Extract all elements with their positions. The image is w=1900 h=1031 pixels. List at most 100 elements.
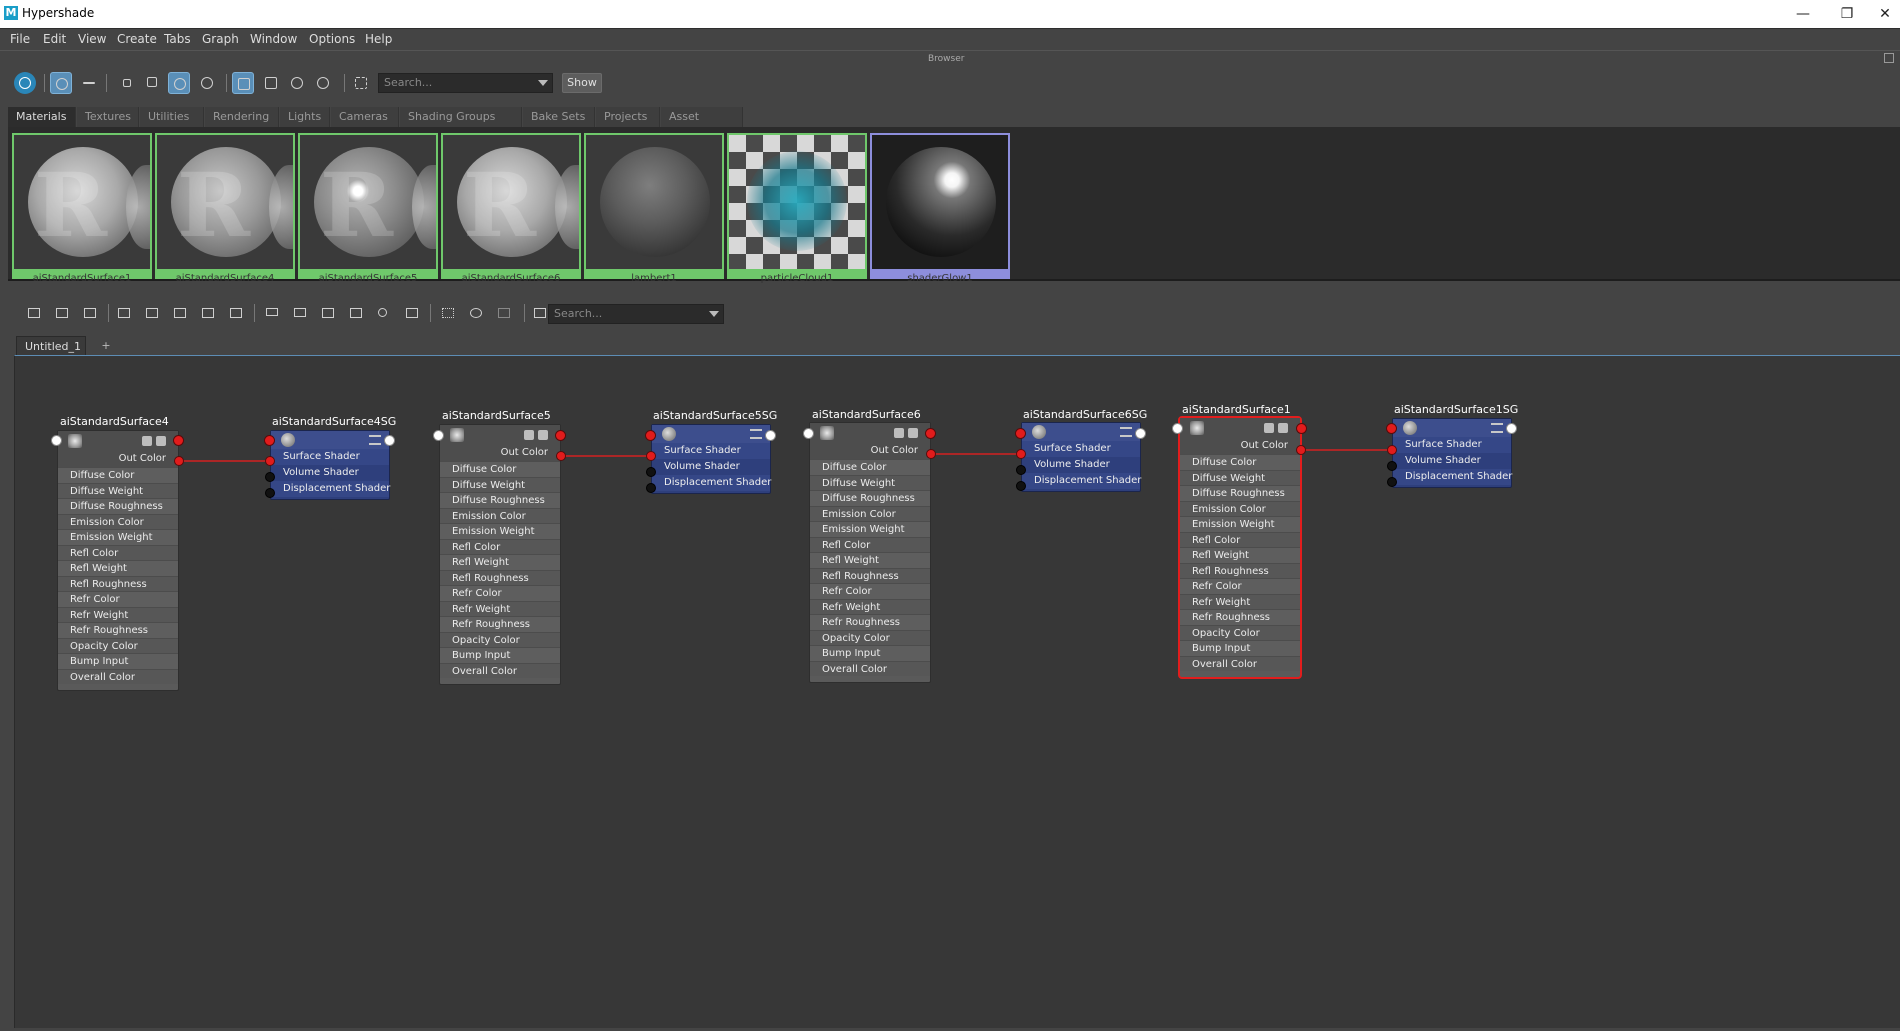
menu-view[interactable]: View	[78, 32, 106, 46]
attr-row[interactable]: Bump Input	[58, 653, 178, 669]
sg-attr-row[interactable]: Surface Shader	[652, 443, 770, 459]
input-output-connections-icon[interactable]	[52, 303, 72, 323]
output-port[interactable]	[555, 430, 566, 441]
menu-file[interactable]: File	[10, 32, 30, 46]
shading-group-aistandardsurface5sg[interactable]: Surface Shader Volume Shader Displacemen…	[651, 424, 771, 494]
tab-untitled-1[interactable]: Untitled_1	[16, 336, 86, 355]
shader-node-aistandardsurface4[interactable]: Out Color Diffuse Color Diffuse Weight D…	[57, 430, 179, 691]
swatch-aistandardsurface5[interactable]: R aiStandardSurface5	[298, 133, 438, 283]
tab-utilities[interactable]: Utilities	[140, 107, 204, 127]
refresh-icon[interactable]	[312, 72, 334, 94]
volume-shader-port[interactable]	[646, 467, 656, 477]
surface-shader-port[interactable]	[646, 451, 656, 461]
browser-search-input[interactable]: Search...	[378, 73, 553, 93]
search-icon[interactable]	[374, 303, 394, 323]
filter-graph-icon[interactable]	[530, 303, 550, 323]
rearrange-icon[interactable]	[226, 303, 246, 323]
settings-icon[interactable]	[894, 428, 904, 438]
attr-row[interactable]: Refr Weight	[810, 598, 930, 614]
swatch-aistandardsurface6[interactable]: R aiStandardSurface6	[441, 133, 581, 283]
attr-row[interactable]: Refr Color	[440, 585, 560, 601]
list-icon[interactable]	[908, 428, 918, 438]
attr-row[interactable]: Diffuse Roughness	[1180, 485, 1300, 501]
attr-row[interactable]: Bump Input	[810, 645, 930, 661]
output-port[interactable]	[384, 435, 395, 446]
attr-row[interactable]: Overall Color	[810, 660, 930, 676]
frame-all-icon[interactable]	[114, 303, 134, 323]
attr-row[interactable]: Refl Weight	[1180, 547, 1300, 563]
sort-time-icon[interactable]	[286, 72, 308, 94]
shader-node-aistandardsurface1[interactable]: Out Color Diffuse Color Diffuse Weight D…	[1178, 416, 1302, 679]
chevron-down-icon[interactable]	[538, 80, 548, 86]
swatch-aistandardsurface1[interactable]: R aiStandardSurface1	[12, 133, 152, 283]
out-color-port[interactable]	[174, 456, 184, 466]
attr-row[interactable]: Diffuse Color	[810, 459, 930, 475]
sg-attr-row[interactable]: Surface Shader	[271, 449, 389, 465]
sg-attr-row[interactable]: Volume Shader	[1022, 457, 1140, 473]
tab-projects[interactable]: Projects	[596, 107, 660, 127]
minimize-button[interactable]: —	[1788, 2, 1818, 26]
input-port[interactable]	[1015, 428, 1026, 439]
sg-attr-row[interactable]: Displacement Shader	[652, 475, 771, 491]
input-port[interactable]	[264, 435, 275, 446]
attr-row[interactable]: Refl Weight	[58, 560, 178, 576]
displacement-shader-port[interactable]	[1016, 481, 1026, 491]
sg-attr-row[interactable]: Volume Shader	[1393, 453, 1511, 469]
view-icons-icon[interactable]	[50, 72, 72, 94]
input-port[interactable]	[1172, 423, 1183, 434]
shading-group-aistandardsurface1sg[interactable]: Surface Shader Volume Shader Displacemen…	[1392, 418, 1512, 488]
list-icon[interactable]	[1278, 423, 1288, 433]
surface-shader-port[interactable]	[1387, 445, 1397, 455]
menu-edit[interactable]: Edit	[43, 32, 66, 46]
attr-row[interactable]: Emission Color	[1180, 500, 1300, 516]
output-port[interactable]	[1506, 423, 1517, 434]
menu-graph[interactable]: Graph	[202, 32, 239, 46]
attr-row[interactable]: Refr Roughness	[810, 614, 930, 630]
full-view-icon[interactable]	[318, 303, 338, 323]
input-port[interactable]	[645, 430, 656, 441]
graph-layout-icon[interactable]	[142, 303, 162, 323]
output-port[interactable]	[173, 435, 184, 446]
sg-attr-row[interactable]: Volume Shader	[652, 459, 770, 475]
attr-row[interactable]: Refl Color	[1180, 531, 1300, 547]
output-port[interactable]	[765, 430, 776, 441]
input-port[interactable]	[803, 428, 814, 439]
surface-shader-port[interactable]	[1016, 449, 1026, 459]
attr-row[interactable]: Refl Roughness	[810, 567, 930, 583]
attr-row[interactable]: Diffuse Color	[58, 467, 178, 483]
tab-materials[interactable]: Materials	[8, 107, 76, 127]
attr-row[interactable]: Diffuse Color	[1180, 454, 1300, 470]
attr-row[interactable]: Refr Roughness	[58, 622, 178, 638]
attr-row[interactable]: Opacity Color	[440, 631, 560, 647]
displacement-shader-port[interactable]	[646, 483, 656, 493]
connected-view-icon[interactable]	[290, 303, 310, 323]
attr-row[interactable]: Diffuse Color	[440, 461, 560, 477]
attr-row[interactable]: Refl Roughness	[58, 575, 178, 591]
attr-row[interactable]: Emission Color	[440, 507, 560, 523]
out-color-port[interactable]	[1296, 445, 1306, 455]
attr-row[interactable]: Refr Weight	[58, 606, 178, 622]
settings-icon[interactable]	[524, 430, 534, 440]
attr-row[interactable]: Overall Color	[440, 662, 560, 678]
tab-shading-groups[interactable]: Shading Groups	[400, 107, 522, 127]
tab-textures[interactable]: Textures	[77, 107, 139, 127]
close-button[interactable]: ✕	[1870, 2, 1900, 26]
attr-row[interactable]: Refr Color	[810, 583, 930, 599]
displacement-shader-port[interactable]	[265, 488, 275, 498]
out-color-port[interactable]	[926, 449, 936, 459]
chevron-down-icon[interactable]	[709, 311, 719, 317]
sg-attr-row[interactable]: Displacement Shader	[1022, 473, 1141, 489]
large-swatch-icon[interactable]	[168, 72, 190, 94]
input-port[interactable]	[1386, 423, 1397, 434]
attr-row[interactable]: Refr Weight	[440, 600, 560, 616]
menu-create[interactable]: Create	[117, 32, 157, 46]
attr-row[interactable]: Bump Input	[440, 647, 560, 663]
attr-row[interactable]: Diffuse Roughness	[810, 490, 930, 506]
menu-help[interactable]: Help	[365, 32, 392, 46]
menu-window[interactable]: Window	[250, 32, 297, 46]
attr-row[interactable]: Diffuse Weight	[440, 476, 560, 492]
medium-swatch-icon[interactable]	[142, 72, 164, 94]
input-connections-icon[interactable]	[24, 303, 44, 323]
output-connections-icon[interactable]	[80, 303, 100, 323]
surface-shader-port[interactable]	[265, 456, 275, 466]
